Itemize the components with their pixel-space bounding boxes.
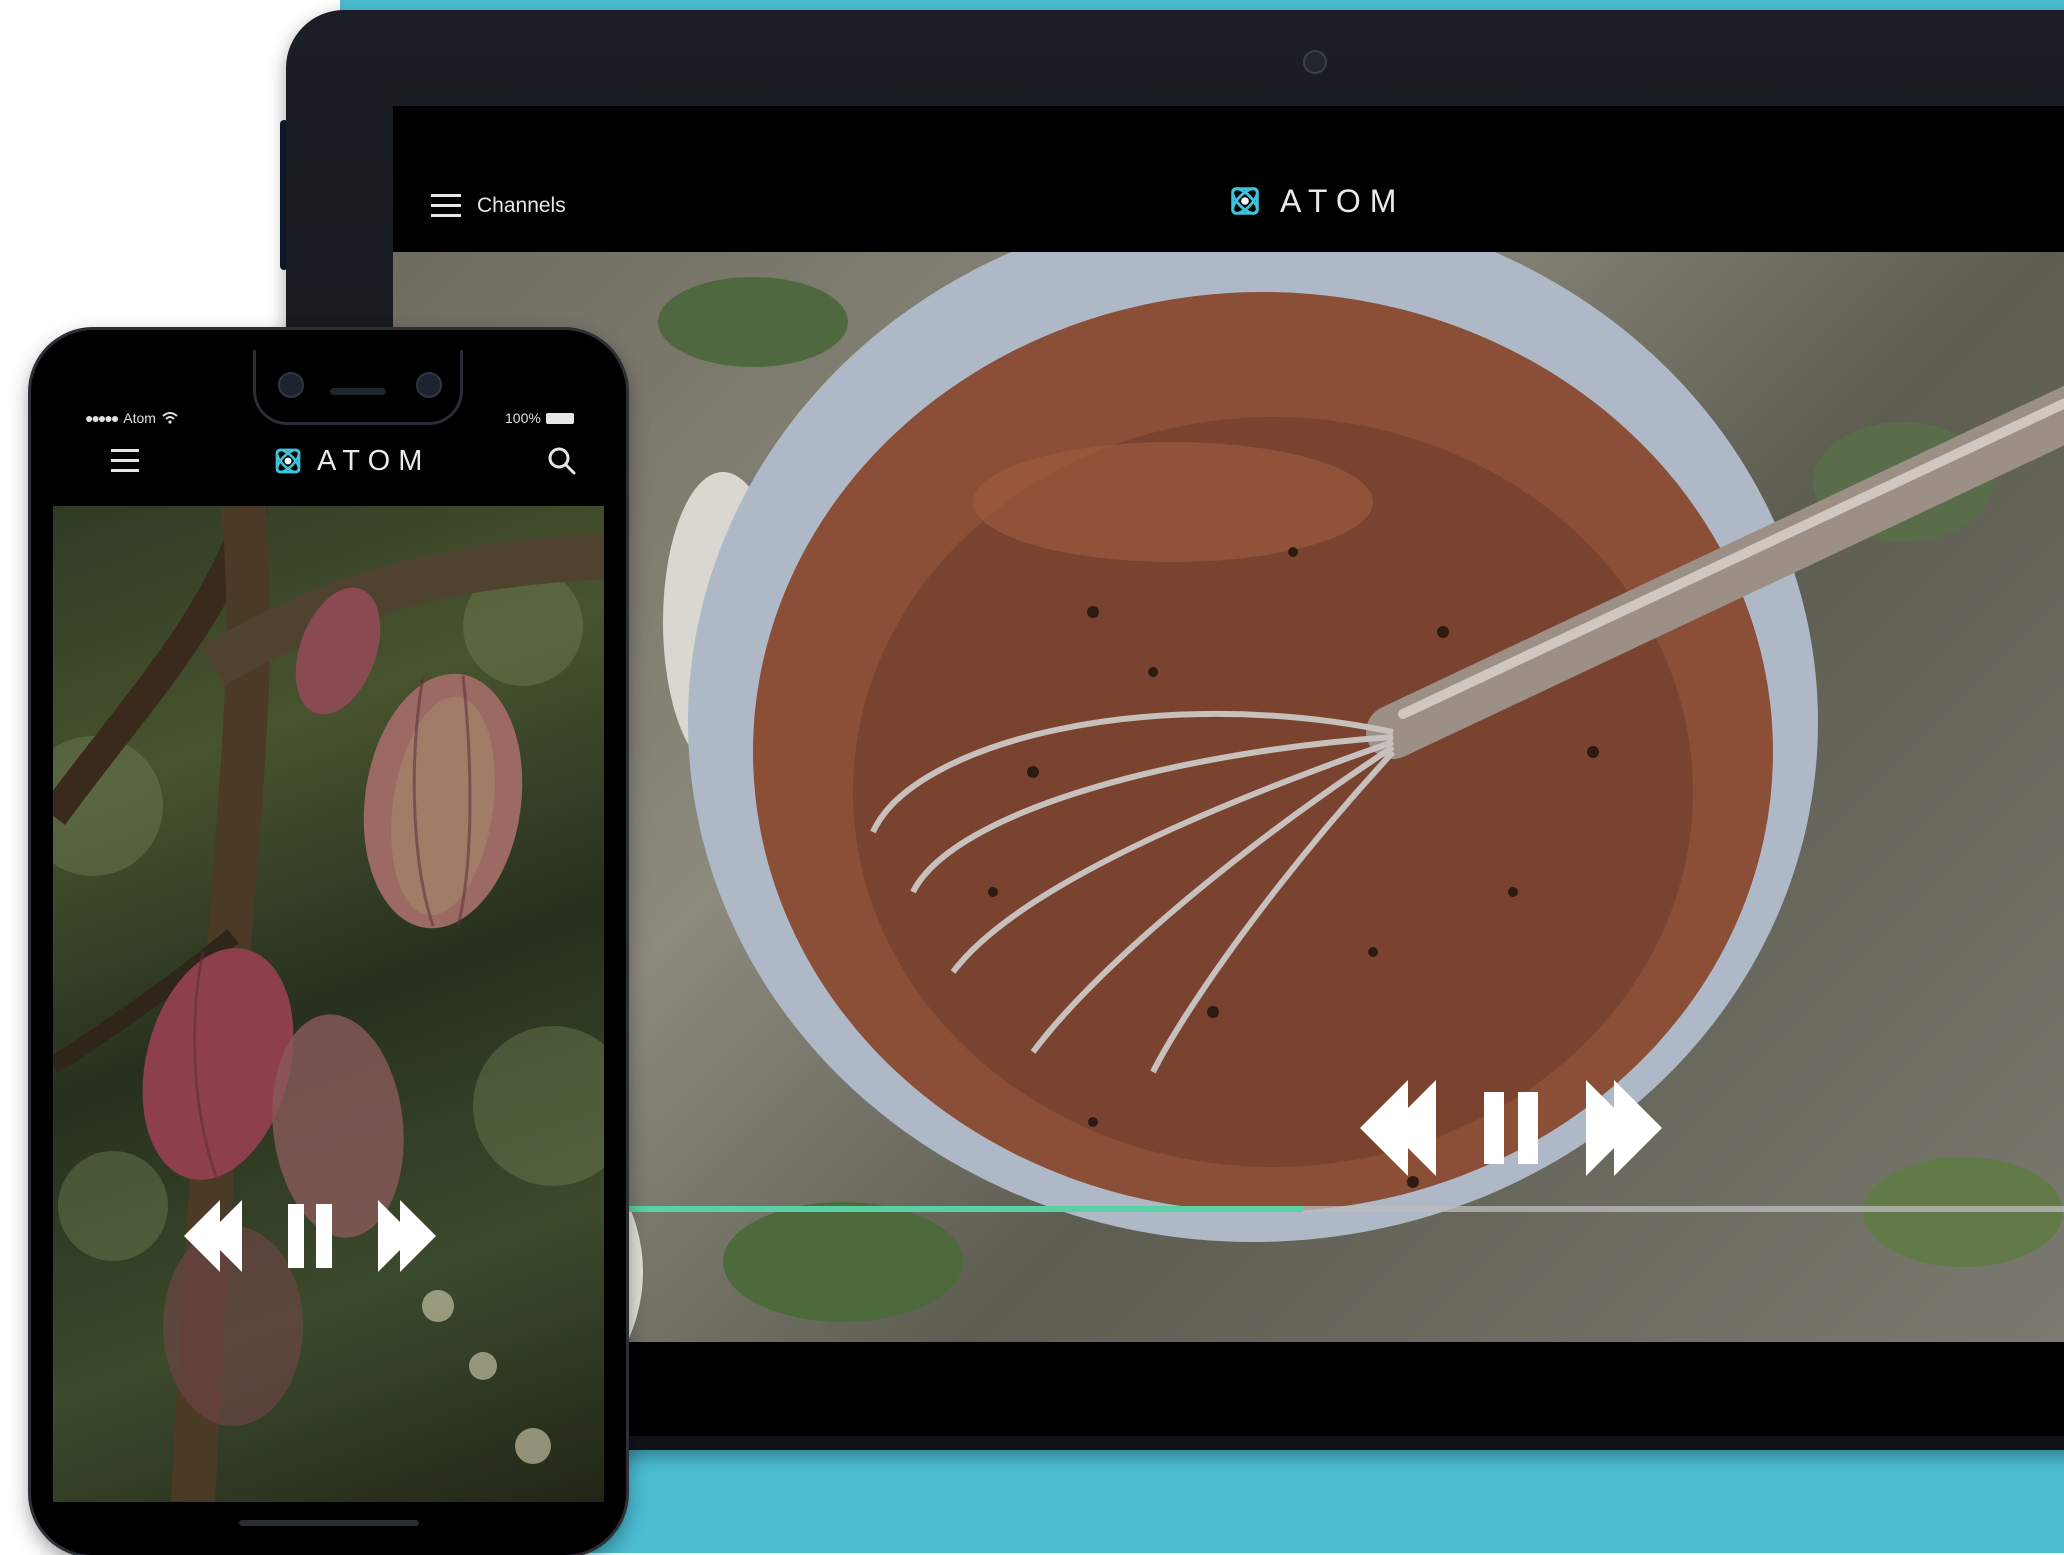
phone-device: ●●●●● Atom 100% ATOM [31, 330, 626, 1555]
logo-text: ATOM [1280, 182, 1406, 219]
rewind-icon[interactable] [1360, 1080, 1436, 1176]
video-frame-cacao-pods [53, 506, 604, 1502]
tablet-camera [1303, 50, 1327, 74]
status-bar-left: ●●●●● Atom [85, 410, 178, 426]
phone-video[interactable] [53, 506, 604, 1502]
logo-text: ATOM [317, 444, 431, 477]
tablet-bottom-bar [393, 1342, 2064, 1436]
carrier-name: Atom [123, 410, 156, 426]
phone-notch [253, 350, 463, 425]
video-frame-chocolate-bowl [393, 252, 2064, 1342]
battery-percent: 100% [505, 410, 541, 426]
battery-icon [545, 412, 574, 424]
channels-link[interactable]: Channels [477, 194, 566, 218]
phone-home-indicator [239, 1520, 419, 1526]
status-bar-right: 100% [505, 410, 574, 426]
phone-speaker [330, 388, 386, 395]
tablet-logo[interactable]: ATOM [1226, 182, 1405, 220]
pause-icon[interactable] [1484, 1092, 1538, 1164]
hamburger-icon[interactable] [431, 194, 461, 218]
wifi-icon [162, 412, 178, 424]
search-icon[interactable] [547, 446, 577, 481]
phone-logo[interactable]: ATOM [271, 444, 431, 478]
tablet-screen: Channels ATOM [393, 106, 2064, 1436]
tablet-progress-bar[interactable] [628, 1206, 2064, 1212]
hamburger-icon[interactable] [111, 449, 139, 473]
atom-logo-icon [1231, 187, 1259, 215]
phone-camera [278, 372, 304, 398]
pause-icon[interactable] [288, 1204, 332, 1268]
fast-forward-icon[interactable] [378, 1200, 436, 1272]
tablet-progress-fill [628, 1206, 1303, 1212]
phone-screen: ●●●●● Atom 100% ATOM [53, 350, 604, 1518]
rewind-icon[interactable] [184, 1200, 242, 1272]
atom-logo-icon [275, 448, 301, 474]
signal-dots-icon: ●●●●● [85, 410, 119, 426]
fast-forward-icon[interactable] [1586, 1080, 1662, 1176]
phone-player-controls [176, 1196, 476, 1276]
tablet-header: Channels ATOM [393, 106, 2064, 252]
tablet-video[interactable] [393, 252, 2064, 1342]
tablet-player-controls [1358, 1076, 1678, 1180]
phone-sensor [416, 372, 442, 398]
